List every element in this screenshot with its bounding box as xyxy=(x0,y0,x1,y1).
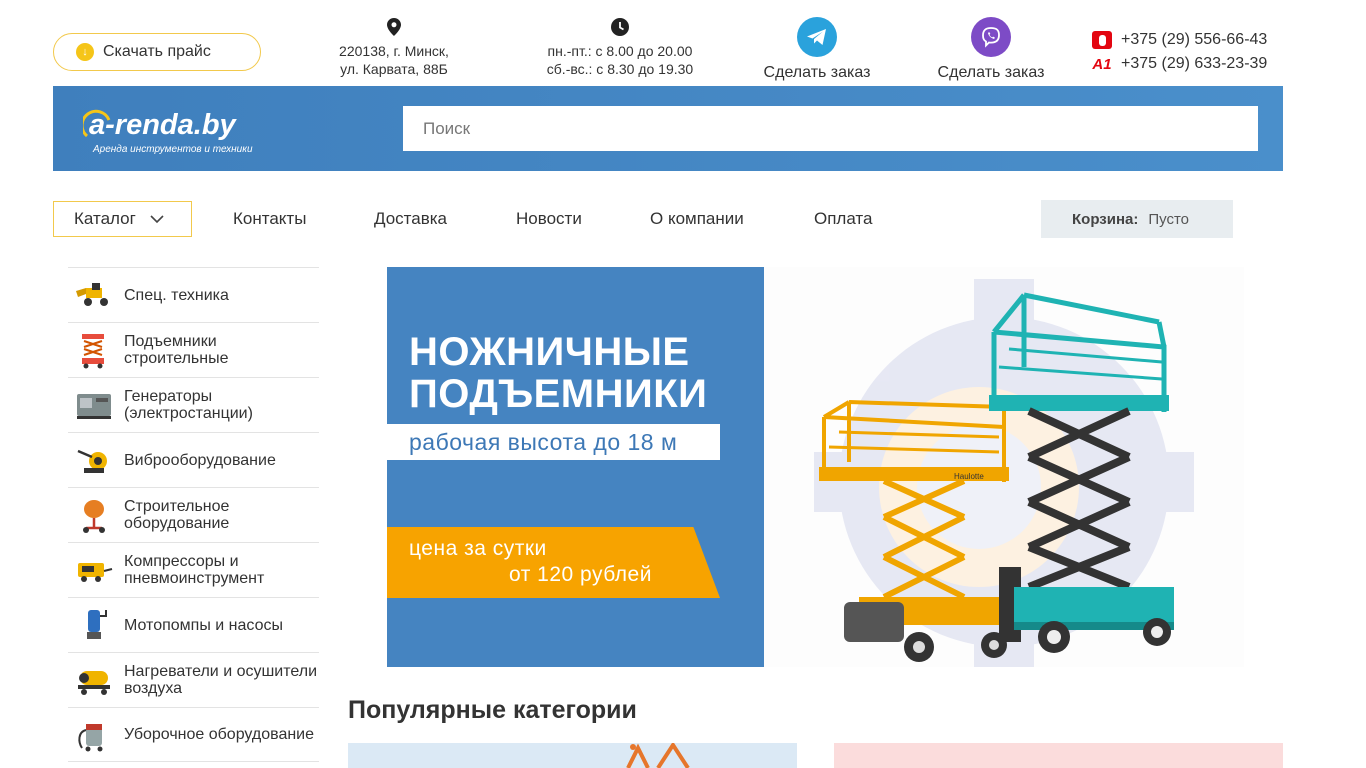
sidebar-item-label: Спец. техника xyxy=(124,286,229,304)
generator-icon xyxy=(77,394,111,419)
banner-price-line-2: от 120 рублей xyxy=(509,563,652,586)
sidebar-item-label: Генераторы (электростанции) xyxy=(124,388,253,422)
sidebar-item-vibro[interactable]: Виброоборудование xyxy=(68,432,319,487)
address-block: 220138, г. Минск, ул. Карвата, 88Б xyxy=(324,18,464,78)
category-sidebar: Спец. техника Подъемники строительные Ге… xyxy=(68,267,319,762)
lift-brand-label: Haulotte xyxy=(954,472,984,481)
vibro-icon xyxy=(77,449,107,473)
chevron-down-icon xyxy=(150,214,164,223)
address-line-1: 220138, г. Минск, xyxy=(339,43,449,59)
scissor-lifts-image: Haulotte xyxy=(814,279,1194,667)
search-input[interactable] xyxy=(403,106,1258,151)
telegram-order-label: Сделать заказ xyxy=(763,64,871,81)
nav-about[interactable]: О компании xyxy=(650,209,744,229)
popular-category-card-1[interactable] xyxy=(348,743,797,768)
download-price-button[interactable]: ↓ Скачать прайс xyxy=(53,33,261,71)
scissor-lift-icon xyxy=(82,334,104,369)
location-pin-icon xyxy=(387,18,401,36)
logo-text: a-renda.by xyxy=(89,109,238,141)
hours-weekdays: пн.-пт.: с 8.00 до 20.00 xyxy=(547,43,693,59)
catalog-label: Каталог xyxy=(74,209,136,228)
vacuum-icon xyxy=(78,723,103,751)
viber-order-link[interactable]: Сделать заказ xyxy=(926,17,1056,82)
phone-a1-row[interactable]: A1 +375 (29) 633-23-39 xyxy=(1092,52,1267,76)
phone-mts[interactable]: +375 (29) 556-66-43 xyxy=(1121,31,1267,49)
banner-title-line-1: НОЖНИЧНЫЕ xyxy=(409,330,690,374)
popular-category-card-2[interactable] xyxy=(834,743,1283,768)
sidebar-item-label: Строительное оборудование xyxy=(124,498,230,532)
hours-block: пн.-пт.: с 8.00 до 20.00 сб.-вс.: с 8.30… xyxy=(520,18,720,78)
sidebar-item-compressors[interactable]: Компрессоры и пневмоинструмент xyxy=(68,542,319,597)
nav-delivery[interactable]: Доставка xyxy=(374,209,447,229)
pump-icon xyxy=(87,610,107,639)
viber-order-label: Сделать заказ xyxy=(937,64,1045,81)
sidebar-item-lifts[interactable]: Подъемники строительные xyxy=(68,322,319,377)
telegram-order-link[interactable]: Сделать заказ xyxy=(752,17,882,82)
sidebar-item-construction[interactable]: Строительное оборудование xyxy=(68,487,319,542)
cart-status: Пусто xyxy=(1148,210,1190,228)
a1-icon: A1 xyxy=(1092,55,1112,73)
address-line-2: ул. Карвата, 88Б xyxy=(340,61,448,77)
promo-banner[interactable]: НОЖНИЧНЫЕ ПОДЪЕМНИКИ рабочая высота до 1… xyxy=(387,267,1244,667)
banner-subtitle: рабочая высота до 18 м xyxy=(387,424,720,460)
site-logo[interactable]: a-renda.by Аренда инструментов и техники xyxy=(83,106,283,158)
catalog-button[interactable]: Каталог xyxy=(53,201,192,237)
banner-price-line-1: цена за сутки xyxy=(409,537,547,560)
phones-block: +375 (29) 556-66-43 A1 +375 (29) 633-23-… xyxy=(1092,28,1267,76)
mts-icon xyxy=(1092,31,1112,49)
sidebar-item-label: Виброоборудование xyxy=(124,451,276,469)
sidebar-item-special-machinery[interactable]: Спец. техника xyxy=(68,267,319,322)
sidebar-item-label: Подъемники строительные xyxy=(124,333,229,367)
sidebar-item-label: Уборочное оборудование xyxy=(124,726,315,743)
sidebar-item-generators[interactable]: Генераторы (электростанции) xyxy=(68,377,319,432)
viber-icon xyxy=(971,17,1011,57)
sidebar-item-pumps[interactable]: Мотопомпы и насосы xyxy=(68,597,319,652)
sidebar-item-label: Компрессоры и пневмоинструмент xyxy=(124,553,265,587)
banner-title: НОЖНИЧНЫЕ ПОДЪЕМНИКИ xyxy=(409,331,707,415)
sidebar-item-heaters[interactable]: Нагреватели и осушители воздуха xyxy=(68,652,319,707)
heater-icon xyxy=(78,671,110,695)
site-header: a-renda.by Аренда инструментов и техники xyxy=(53,86,1283,171)
nav-payment[interactable]: Оплата xyxy=(814,209,872,229)
nav-news[interactable]: Новости xyxy=(516,209,582,229)
logo-mark: a-renda.by xyxy=(83,109,238,141)
loader-icon xyxy=(76,283,108,306)
category-lift-icon xyxy=(626,743,690,768)
hours-weekend: сб.-вс.: с 8.30 до 19.30 xyxy=(546,61,694,77)
banner-text-panel: НОЖНИЧНЫЕ ПОДЪЕМНИКИ рабочая высота до 1… xyxy=(387,267,764,667)
compressor-icon xyxy=(78,563,113,582)
cart-button[interactable]: Корзина: Пусто xyxy=(1041,200,1233,238)
download-price-label: Скачать прайс xyxy=(103,43,211,60)
logo-subtitle: Аренда инструментов и техники xyxy=(93,144,253,155)
main-nav: Каталог Контакты Доставка Новости О комп… xyxy=(53,200,1283,238)
phone-a1[interactable]: +375 (29) 633-23-39 xyxy=(1121,55,1267,73)
clock-icon xyxy=(611,18,629,36)
cart-label: Корзина: xyxy=(1072,210,1139,228)
nav-contacts[interactable]: Контакты xyxy=(233,209,306,229)
phone-mts-row[interactable]: +375 (29) 556-66-43 xyxy=(1092,28,1267,52)
download-icon: ↓ xyxy=(76,43,94,61)
sidebar-item-label: Мотопомпы и насосы xyxy=(124,616,283,634)
sidebar-item-cleaning[interactable]: Уборочное оборудование xyxy=(68,707,319,762)
top-bar: ↓ Скачать прайс 220138, г. Минск, ул. Ка… xyxy=(0,0,1366,86)
banner-title-line-2: ПОДЪЕМНИКИ xyxy=(409,372,708,416)
popular-categories-title: Популярные категории xyxy=(348,696,637,724)
telegram-icon xyxy=(797,17,837,57)
banner-price-tag: цена за сутки от 120 рублей xyxy=(387,527,720,598)
sidebar-item-label: Нагреватели и осушители воздуха xyxy=(124,663,318,697)
concrete-mixer-icon xyxy=(83,500,105,533)
